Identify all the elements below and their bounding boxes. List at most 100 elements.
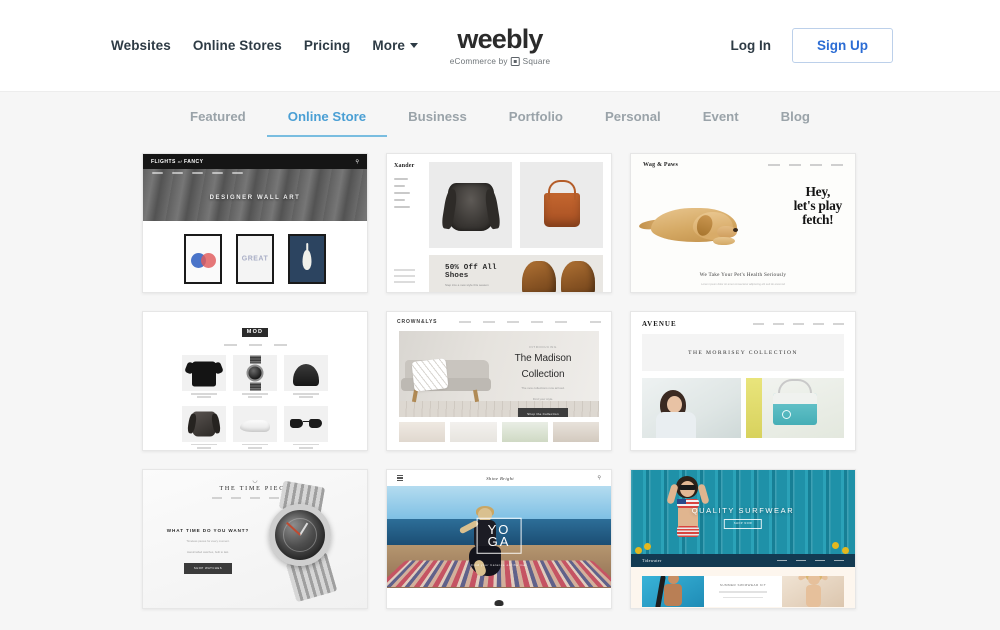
nav-item [223, 344, 237, 346]
template-card-yoga[interactable]: Shine Bright ⚲ YO GA Find your balance o… [386, 469, 612, 609]
price-line [248, 396, 262, 399]
head [668, 576, 679, 584]
sneaker-shape [240, 420, 270, 433]
promo-text: 50% Off All Shoes Step into a new style … [429, 255, 519, 292]
product-cell [233, 355, 277, 400]
preview-hero: QUALITY SURFWEAR SHOP NOW [631, 470, 855, 554]
text-line [723, 596, 763, 598]
tab-business[interactable]: Business [387, 105, 488, 137]
product-cell [233, 405, 277, 450]
label-line [293, 443, 319, 446]
signup-button[interactable]: Sign Up [792, 28, 893, 63]
strip-tile [399, 422, 446, 442]
login-link[interactable]: Log In [731, 38, 772, 53]
template-card-wag-and-paws[interactable]: Wag & Paws Hey, let's play fetch! We Tak… [630, 153, 856, 293]
preview-headline: Hey, let's play fetch! [794, 185, 843, 226]
beanie-shape [293, 364, 319, 386]
preview-brand-tail: FANCY [184, 158, 204, 165]
price-line [197, 396, 211, 399]
preview-products: GREAT [143, 221, 367, 284]
hero-cta-button: Shop the Collection [518, 408, 568, 417]
template-preview: MOD [143, 312, 367, 450]
hero-title: QUALITY SURFWEAR [691, 506, 795, 516]
preview-brand: Shine Bright [486, 475, 515, 481]
leather-jacket-image [447, 182, 494, 231]
sunglasses-shape [290, 418, 322, 429]
head [808, 576, 820, 585]
nav-link-more[interactable]: More [372, 38, 419, 53]
promo-banner: 50% Off All Shoes Step into a new style … [429, 255, 603, 292]
label-line [242, 393, 268, 395]
weebly-logo[interactable]: weebly eCommerce by Square [450, 26, 551, 66]
nav-item [231, 497, 241, 499]
tab-blog[interactable]: Blog [760, 105, 831, 137]
label-line [191, 443, 217, 446]
hero-title-line-2: GA [487, 533, 511, 549]
promo-title: 50% Off All Shoes [445, 263, 497, 280]
footer-mark [494, 600, 504, 606]
product-grid [143, 355, 367, 450]
template-card-xander[interactable]: Xander 50% Off All Shoes Step into a new… [386, 153, 612, 293]
preview-header: Wag & Paws [631, 154, 855, 168]
preview-subtagline: Lorem ipsum dolor sit amet consectetur a… [701, 283, 785, 286]
panel-feature-text: SUMMER SWIMWEAR KIT [704, 576, 782, 607]
flower [842, 547, 849, 554]
nav-item [273, 344, 287, 346]
sofa-leg [411, 389, 418, 403]
preview-nav-secondary [394, 217, 429, 222]
art-text: GREAT [241, 255, 269, 263]
nav-link-websites[interactable]: Websites [111, 38, 171, 53]
tab-featured[interactable]: Featured [169, 105, 267, 137]
watch-mark-icon: ◡ [252, 478, 258, 484]
nav-link-online-stores[interactable]: Online Stores [193, 38, 282, 53]
nav-item [212, 497, 222, 499]
template-card-flights-of-fancy[interactable]: FLIGHTS of FANCY ⚲ DESIGNER WALL ART GRE… [142, 153, 368, 293]
template-card-crown-and-lys[interactable]: CROWN&LYS INTRODUCING The Madison Collec… [386, 311, 612, 451]
template-card-avenue[interactable]: AVENUE THE MORRISEY COLLECTION [630, 311, 856, 451]
preview-nav [753, 323, 844, 325]
template-card-mod[interactable]: MOD [142, 311, 368, 451]
preview-nav [459, 321, 568, 323]
logo-tagline-before: eCommerce by [449, 57, 508, 66]
logo-tagline: eCommerce by Square [450, 57, 551, 66]
flower [832, 542, 839, 549]
collection-band: THE MORRISEY COLLECTION [642, 334, 844, 371]
template-preview: Xander 50% Off All Shoes Step into a new… [387, 154, 611, 292]
preview-brand: CROWN&LYS [397, 319, 438, 325]
text-line [719, 591, 767, 593]
nav-item [394, 178, 408, 181]
bar [397, 474, 403, 477]
tab-event[interactable]: Event [682, 105, 760, 137]
tab-online-store[interactable]: Online Store [266, 105, 388, 137]
preview-strip [399, 422, 599, 442]
strip-tile [501, 422, 548, 442]
handbag-photo [745, 378, 844, 438]
product-cell [284, 355, 328, 400]
model-photo [642, 378, 741, 438]
nav-item [459, 321, 472, 323]
flower [635, 547, 642, 554]
tab-portfolio[interactable]: Portfolio [488, 105, 584, 137]
template-grid: FLIGHTS of FANCY ⚲ DESIGNER WALL ART GRE… [142, 153, 858, 609]
nav-item [192, 172, 203, 175]
preview-nav [143, 344, 367, 346]
template-preview: QUALITY SURFWEAR SHOP NOW Tidewater SUMM… [631, 470, 855, 608]
template-card-the-time-piece[interactable]: ◡ THE TIME PIECE WHAT TIME DO YOU WANT? … [142, 469, 368, 609]
nav-item [833, 323, 844, 325]
price-line [197, 446, 211, 449]
dog-photo [637, 196, 749, 248]
preview-images [642, 378, 844, 438]
product-tile-jacket [429, 162, 512, 248]
shoe-left [522, 261, 556, 292]
nav-link-pricing[interactable]: Pricing [304, 38, 350, 53]
face [667, 396, 682, 413]
footer-link [394, 281, 415, 283]
cart-icon [590, 321, 601, 323]
template-card-surfwear[interactable]: QUALITY SURFWEAR SHOP NOW Tidewater SUMM… [630, 469, 856, 609]
strip-tile [450, 422, 497, 442]
hero-copy: WHAT TIME DO YOU WANT? Timeless pieces f… [160, 528, 256, 574]
tab-personal[interactable]: Personal [584, 105, 682, 137]
hero-title-line-1: The Madison [514, 353, 572, 364]
preview-nav [768, 164, 843, 166]
preview-header: AVENUE [631, 312, 855, 328]
